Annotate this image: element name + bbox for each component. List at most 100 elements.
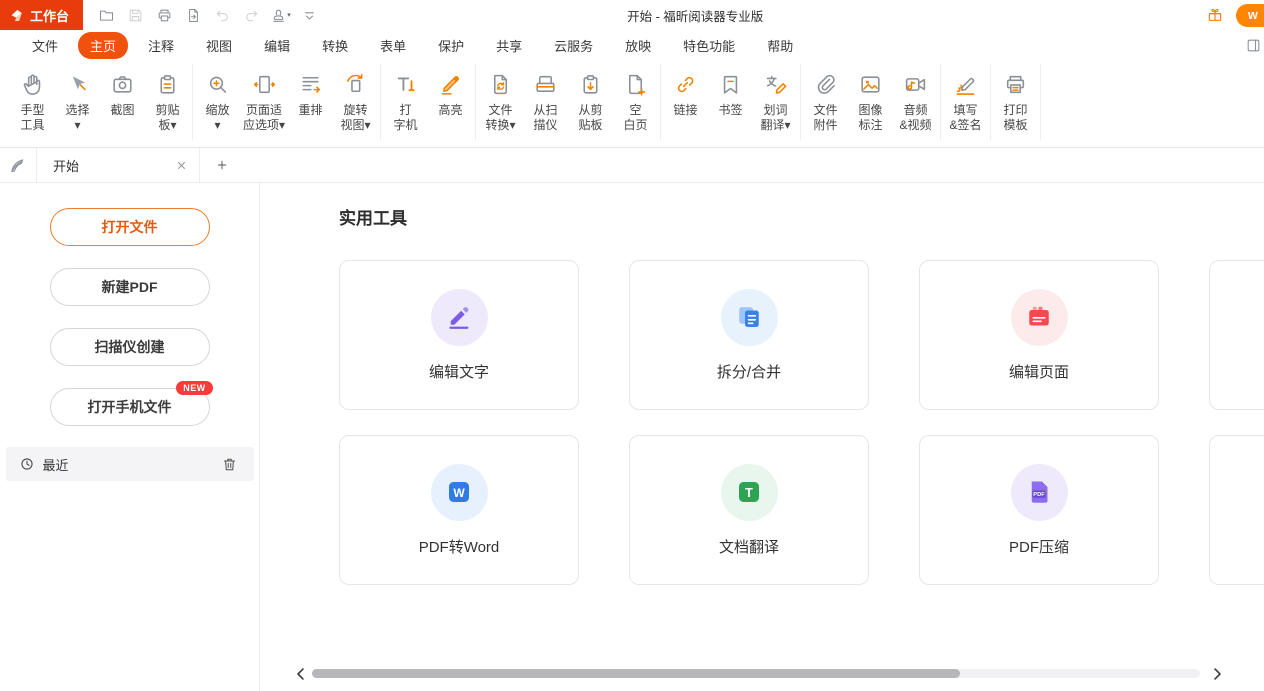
menu-item-features[interactable]: 特色功能 xyxy=(671,32,747,59)
utility-card-partial[interactable] xyxy=(1209,435,1264,585)
tool-label: 打印 模板 xyxy=(1004,103,1028,133)
utility-card-edit-pages[interactable]: 编辑页面 xyxy=(919,260,1159,410)
file-convert-button[interactable]: 文件 转换▾ xyxy=(478,64,523,133)
scanner-create-button[interactable]: 扫描仪创建 xyxy=(50,328,210,366)
scroll-right-button[interactable] xyxy=(1208,665,1226,683)
convert-icon xyxy=(488,72,513,97)
open-file-sidebar-button[interactable]: 打开文件 xyxy=(50,208,210,246)
hand-tool-button[interactable]: 手型 工具 xyxy=(10,64,55,133)
redo-button[interactable] xyxy=(238,3,265,27)
organizer-icon xyxy=(1024,302,1054,332)
horizontal-scrollbar-thumb[interactable] xyxy=(312,669,960,678)
printer-template-icon xyxy=(1003,72,1028,97)
menu-item-comment[interactable]: 注释 xyxy=(136,32,186,59)
docked-panel-icon[interactable] xyxy=(1245,37,1262,54)
tool-label: 划词 翻译▾ xyxy=(761,103,791,133)
audio-video-button[interactable]: 音频 &视频 xyxy=(893,64,938,133)
quill-pen-icon xyxy=(8,156,27,175)
share-document-button[interactable] xyxy=(180,3,207,27)
highlighter-icon xyxy=(438,72,463,97)
bookmark-button[interactable]: 书签 xyxy=(708,64,753,118)
print-template-button[interactable]: 打印 模板 xyxy=(993,64,1038,133)
new-tab-button[interactable] xyxy=(210,153,234,177)
fill-sign-button[interactable]: 填写 &签名 xyxy=(943,64,988,133)
from-clipboard-button[interactable]: 从剪 贴板 xyxy=(568,64,613,133)
print-button[interactable] xyxy=(151,3,178,27)
tool-label: 从剪 贴板 xyxy=(579,103,603,133)
menu-item-form[interactable]: 表单 xyxy=(368,32,418,59)
account-pill-button[interactable]: w xyxy=(1236,4,1264,27)
scroll-left-button[interactable] xyxy=(292,665,310,683)
highlight-button[interactable]: 高亮 xyxy=(428,64,473,118)
workspace-button[interactable]: 工作台 xyxy=(0,0,83,30)
bookmark-icon xyxy=(718,72,743,97)
utility-card-pdf-compress[interactable]: PDF PDF压缩 xyxy=(919,435,1159,585)
clipboard-button[interactable]: 剪贴 板▾ xyxy=(145,64,190,133)
zoom-button[interactable]: 缩放 ▾ xyxy=(195,64,240,133)
redo-icon xyxy=(243,7,260,24)
rotate-view-button[interactable]: 旋转 视图▾ xyxy=(333,64,378,133)
from-scanner-button[interactable]: 从扫 描仪 xyxy=(523,64,568,133)
new-pdf-button[interactable]: 新建PDF xyxy=(50,268,210,306)
rotate-icon xyxy=(343,72,368,97)
menu-item-convert[interactable]: 转换 xyxy=(310,32,360,59)
open-mobile-file-label: 打开手机文件 xyxy=(88,399,172,415)
menu-item-help[interactable]: 帮助 xyxy=(755,32,805,59)
snapshot-button[interactable]: 截图 xyxy=(100,64,145,118)
undo-button[interactable] xyxy=(209,3,236,27)
tab-close-button[interactable] xyxy=(174,158,189,173)
utility-card-doc-translate[interactable]: T 文档翻译 xyxy=(629,435,869,585)
recent-files-row[interactable]: 最近 xyxy=(6,447,254,481)
tool-label: 图像 标注 xyxy=(859,103,883,133)
tab-start[interactable]: 开始 xyxy=(36,148,200,182)
typewriter-button[interactable]: 打 字机 xyxy=(383,64,428,133)
customize-quick-access-button[interactable] xyxy=(296,3,323,27)
edit-text-icon xyxy=(431,289,488,346)
utility-card-split-merge[interactable]: 拆分/合并 xyxy=(629,260,869,410)
tool-label: 书签 xyxy=(719,103,743,118)
open-file-button[interactable] xyxy=(93,3,120,27)
svg-text:W: W xyxy=(453,486,465,500)
save-button[interactable] xyxy=(122,3,149,27)
word-translate-button[interactable]: 划词 翻译▾ xyxy=(753,64,798,133)
tool-label: 缩放 ▾ xyxy=(205,103,229,133)
menu-item-home[interactable]: 主页 xyxy=(78,32,128,59)
file-attachment-button[interactable]: 文件 附件 xyxy=(803,64,848,133)
menu-item-edit[interactable]: 编辑 xyxy=(252,32,302,59)
chevron-right-icon xyxy=(1208,665,1226,683)
svg-text:T: T xyxy=(745,486,753,500)
link-button[interactable]: 链接 xyxy=(663,64,708,118)
blank-page-button[interactable]: 空 白页 xyxy=(613,64,658,133)
horizontal-scrollbar-track[interactable] xyxy=(312,669,1200,678)
image-annotation-button[interactable]: 图像 标注 xyxy=(848,64,893,133)
menu-item-present[interactable]: 放映 xyxy=(613,32,663,59)
ribbon-group-tools: 手型 工具 选择 ▾ 截图 剪贴 板▾ xyxy=(8,64,193,140)
compress-icon: PDF xyxy=(1024,477,1054,507)
fit-page-options-button[interactable]: 页面适 应选项▾ xyxy=(240,64,288,133)
card-label: 编辑页面 xyxy=(1009,361,1069,382)
clear-recent-button[interactable] xyxy=(221,456,238,473)
pdf-to-word-icon: W xyxy=(431,464,488,521)
menu-item-protect[interactable]: 保护 xyxy=(426,32,476,59)
quick-annotate-button[interactable] xyxy=(7,154,29,176)
reflow-button[interactable]: 重排 xyxy=(288,64,333,118)
ribbon-group-annotate: 打 字机 高亮 xyxy=(381,64,476,140)
menu-item-file[interactable]: 文件 xyxy=(20,32,70,59)
gift-button[interactable] xyxy=(1206,6,1224,24)
utility-card-partial[interactable] xyxy=(1209,260,1264,410)
clipboard-paste-icon xyxy=(578,72,603,97)
open-mobile-file-button[interactable]: 打开手机文件 NEW xyxy=(50,388,210,426)
stamp-icon xyxy=(270,7,287,24)
plus-icon xyxy=(215,158,229,172)
document-export-icon xyxy=(185,7,202,24)
magnifier-icon xyxy=(205,72,230,97)
save-icon xyxy=(127,7,144,24)
menu-item-view[interactable]: 视图 xyxy=(194,32,244,59)
select-tool-button[interactable]: 选择 ▾ xyxy=(55,64,100,133)
utility-card-pdf-to-word[interactable]: W PDF转Word xyxy=(339,435,579,585)
utility-card-edit-text[interactable]: 编辑文字 xyxy=(339,260,579,410)
app-window: 工作台 ▾ 开始 - 福昕阅读器专业版 w 文件 主页 注释 视图 编辑 转换 … xyxy=(0,0,1264,691)
menu-item-cloud[interactable]: 云服务 xyxy=(542,32,605,59)
stamp-button[interactable]: ▾ xyxy=(267,3,294,27)
menu-item-share[interactable]: 共享 xyxy=(484,32,534,59)
